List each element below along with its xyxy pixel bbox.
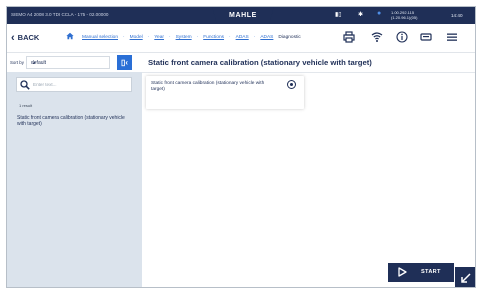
option-card[interactable]: Static front camera calibration (station…	[146, 76, 304, 109]
page-title: Static front camera calibration (station…	[148, 58, 372, 67]
breadcrumb-adas-2[interactable]: ADAS	[260, 35, 273, 40]
chevron-left-icon: ‹	[11, 31, 15, 44]
battery-icon: ▮▯	[335, 12, 342, 18]
search-box[interactable]	[16, 77, 132, 92]
search-input[interactable]	[33, 80, 129, 89]
sort-row: Sort by default ⌄ ▯‹	[7, 53, 142, 72]
option-label: Static front camera calibration (station…	[151, 81, 265, 92]
expand-corner-button[interactable]	[455, 267, 475, 287]
list-item[interactable]: Static front camera calibration (station…	[17, 115, 127, 127]
collapse-sidebar-button[interactable]: ▯‹	[117, 55, 132, 70]
start-button[interactable]: START	[388, 263, 454, 282]
main-panel: Static front camera calibration (station…	[142, 53, 475, 287]
option-radio[interactable]	[287, 80, 296, 89]
brand-logo-text: MAHLE	[229, 12, 257, 19]
breadcrumb-separator: ·	[196, 35, 199, 40]
breadcrumb-year[interactable]: Year	[154, 35, 164, 40]
voltage-sub-reading: (1.20.96.1)(05)	[391, 15, 418, 20]
navigation-bar: ‹ BACK Manual selection · Model · Year ·…	[7, 24, 475, 53]
chevron-down-icon: ⌄	[31, 59, 37, 66]
connection-dot-icon: ●	[377, 10, 382, 17]
breadcrumb-model[interactable]: Model	[130, 35, 143, 40]
play-icon	[398, 267, 407, 277]
expand-corner-icon	[461, 273, 471, 283]
home-icon[interactable]	[66, 32, 74, 40]
clock: 14:40	[451, 13, 463, 18]
start-label: START	[421, 269, 441, 275]
vehicle-info: SIEMO A4 2008 3.0 TDI CCLA - 175 - 02.00…	[11, 12, 109, 17]
breadcrumb-manual-selection[interactable]: Manual selection	[82, 35, 118, 40]
search-icon	[20, 80, 30, 90]
breadcrumb-functions[interactable]: Functions	[203, 35, 224, 40]
sort-select[interactable]: default ⌄	[26, 56, 110, 69]
results-count: 1 result	[19, 103, 33, 108]
breadcrumb: Manual selection · Model · Year · System…	[82, 35, 301, 40]
breadcrumb-system[interactable]: System	[176, 35, 192, 40]
info-icon[interactable]	[396, 31, 408, 43]
printer-icon[interactable]	[343, 31, 355, 43]
breadcrumb-adas[interactable]: ADAS	[236, 35, 249, 40]
breadcrumb-separator: ·	[123, 35, 125, 40]
breadcrumb-separator: ·	[229, 35, 231, 40]
vci-icon[interactable]	[420, 31, 432, 43]
breadcrumb-separator: ·	[147, 35, 150, 40]
sort-label: Sort by	[10, 60, 24, 65]
wifi-icon[interactable]	[371, 31, 383, 43]
breadcrumb-separator: ·	[253, 35, 256, 40]
breadcrumb-current: Diagnostic	[278, 35, 301, 40]
bluetooth-icon: ✱	[358, 12, 364, 18]
back-button[interactable]: ‹ BACK	[11, 31, 40, 44]
sidebar: Sort by default ⌄ ▯‹ 1 result Static fro…	[7, 53, 142, 287]
breadcrumb-separator: ·	[169, 35, 171, 40]
back-label: BACK	[17, 33, 40, 42]
collapse-icon: ▯‹	[120, 58, 129, 67]
app-window: SIEMO A4 2008 3.0 TDI CCLA - 175 - 02.00…	[6, 6, 476, 288]
menu-icon[interactable]	[446, 31, 458, 43]
divider	[142, 72, 475, 73]
